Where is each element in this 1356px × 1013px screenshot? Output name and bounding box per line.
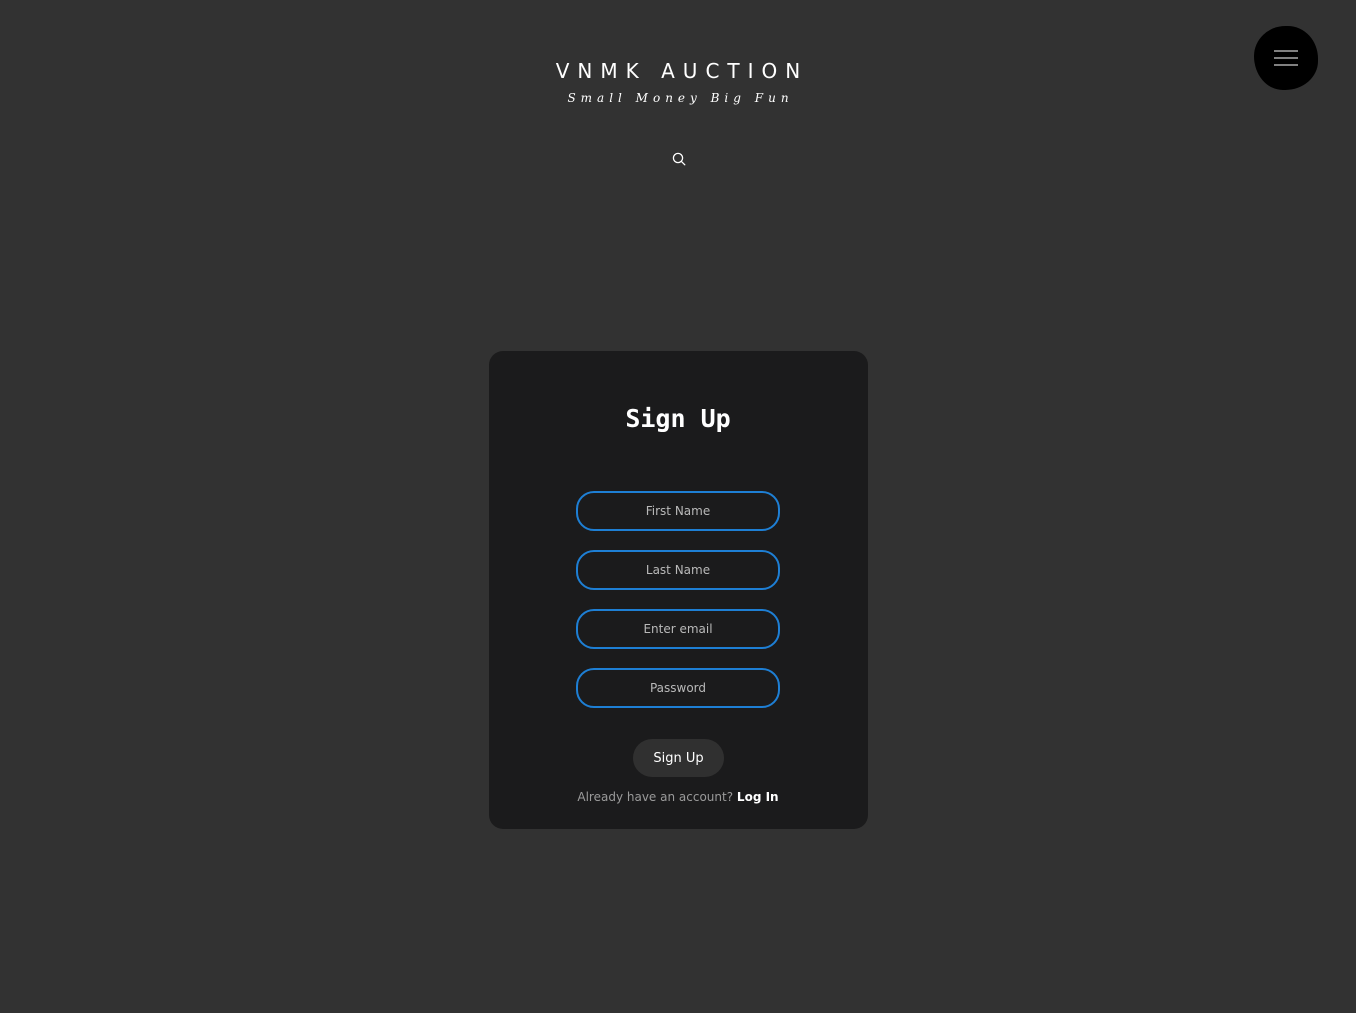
hamburger-menu-icon [1274, 50, 1298, 66]
signup-title: Sign Up [625, 404, 731, 433]
login-prompt-row: Already have an account? Log In [0, 788, 1356, 806]
search-icon [672, 152, 686, 166]
site-title[interactable]: VNMK AUCTION [0, 58, 1356, 84]
search-button[interactable] [670, 150, 688, 168]
last-name-input[interactable] [576, 550, 780, 590]
signup-submit-button[interactable]: Sign Up [633, 739, 724, 777]
menu-button[interactable] [1254, 26, 1318, 90]
login-prompt-text: Already have an account? [577, 790, 734, 804]
site-tagline: Small Money Big Fun [567, 91, 794, 105]
brand: VNMK AUCTION Small Money Big Fun [0, 58, 1356, 106]
first-name-input[interactable] [576, 491, 780, 531]
password-input[interactable] [576, 668, 780, 708]
email-input[interactable] [576, 609, 780, 649]
login-link[interactable]: Log In [737, 790, 779, 804]
